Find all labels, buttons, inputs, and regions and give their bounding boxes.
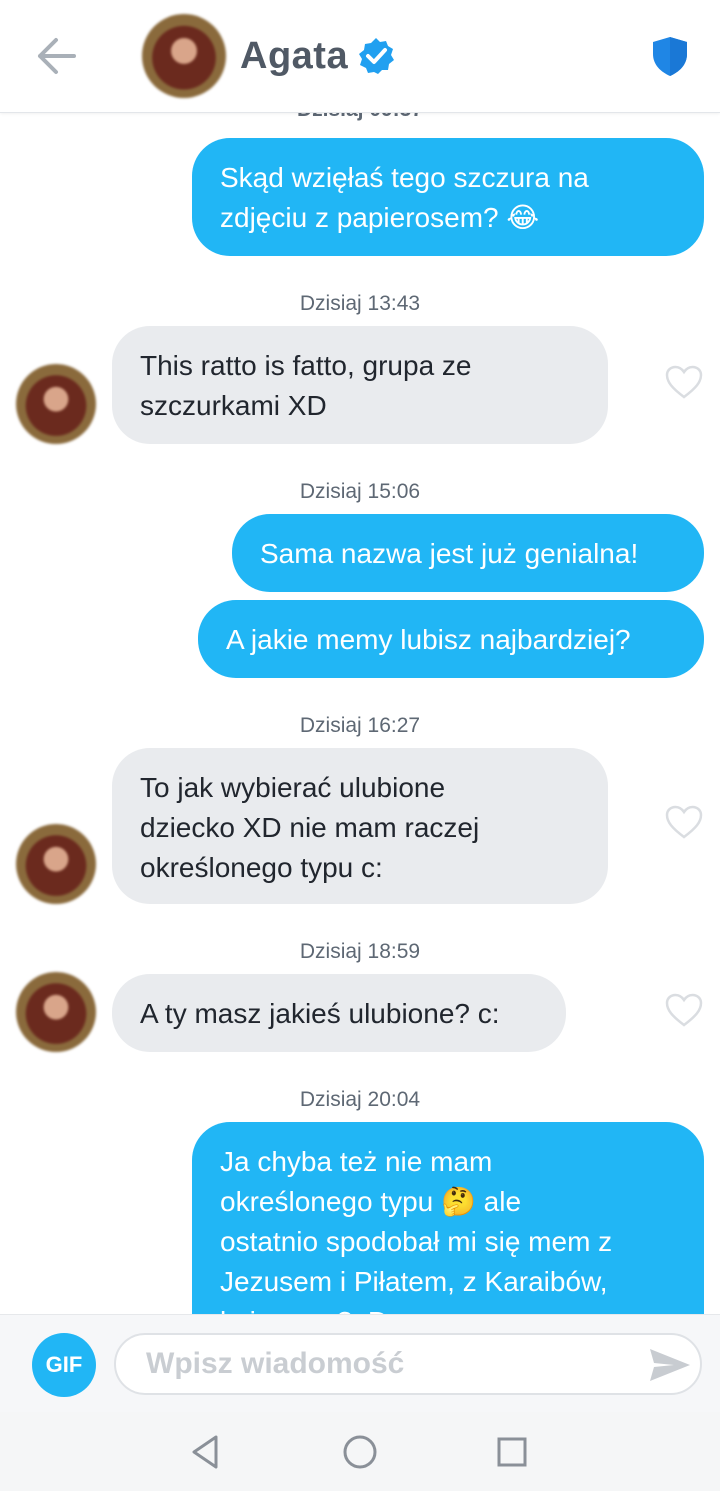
message-line: This ratto is fatto, grupa ze — [140, 350, 472, 381]
sender-avatar[interactable] — [16, 364, 96, 444]
sender-avatar[interactable] — [16, 972, 96, 1052]
verified-badge-icon — [359, 38, 394, 74]
gif-button[interactable]: GIF — [32, 1333, 96, 1397]
send-button[interactable] — [648, 1345, 692, 1385]
message-line: szczurkami XD — [140, 390, 327, 421]
system-navigation-bar — [0, 1412, 720, 1491]
nav-recents-icon[interactable] — [492, 1432, 532, 1472]
contact-name[interactable]: Agata — [240, 30, 348, 82]
outgoing-message[interactable]: Skąd wzięłaś tego szczura na zdjęciu z p… — [192, 138, 704, 256]
message-line: dziecko XD nie mam raczej — [140, 812, 480, 843]
send-icon — [650, 1349, 690, 1381]
message-line: zdjęciu z papierosem? 😂 — [220, 202, 540, 233]
timestamp: Dzisiaj 20:04 — [299, 1088, 421, 1111]
message-composer: GIF — [0, 1314, 720, 1413]
heart-like-icon[interactable] — [664, 992, 704, 1028]
message-input[interactable] — [114, 1333, 702, 1395]
message-line: Skąd wzięłaś tego szczura na — [220, 162, 589, 193]
message-line: określonego typu 🤔 ale — [220, 1186, 522, 1217]
timestamp: Dzisiaj 13:43 — [299, 292, 421, 315]
message-line: Ja chyba też nie mam — [220, 1146, 493, 1177]
nav-back-icon[interactable] — [186, 1432, 226, 1472]
message-line: ostatnio spodobał mi się mem z — [220, 1226, 613, 1257]
nav-home-icon[interactable] — [340, 1432, 380, 1472]
back-button[interactable] — [34, 36, 78, 76]
message-list[interactable]: Dzisiaj 09:37 Skąd wzięłaś tego szczura … — [0, 112, 720, 1314]
outgoing-message[interactable]: Ja chyba też nie mam określonego typu 🤔 … — [192, 1122, 704, 1314]
arrow-left-icon — [38, 38, 76, 74]
timestamp: Dzisiaj 18:59 — [299, 940, 421, 963]
message-line: określonego typu c: — [140, 852, 383, 883]
timestamp-partial: Dzisiaj 09:37 — [0, 112, 720, 122]
timestamp: Dzisiaj 15:06 — [299, 480, 421, 503]
heart-like-icon[interactable] — [664, 364, 704, 400]
outgoing-message[interactable]: Sama nazwa jest już genialna! — [232, 514, 704, 592]
timestamp: Dzisiaj 16:27 — [299, 714, 421, 737]
chat-header: Agata — [0, 0, 720, 113]
message-line: kojarzysz? :D — [220, 1302, 676, 1314]
incoming-message[interactable]: This ratto is fatto, grupa ze szczurkami… — [112, 326, 608, 444]
shield-icon — [653, 37, 687, 76]
message-line: To jak wybierać ulubione — [140, 772, 446, 803]
incoming-message[interactable]: A ty masz jakieś ulubione? c: — [112, 974, 566, 1052]
outgoing-message[interactable]: A jakie memy lubisz najbardziej? — [198, 600, 704, 678]
incoming-message[interactable]: To jak wybierać ulubione dziecko XD nie … — [112, 748, 608, 904]
heart-like-icon[interactable] — [664, 804, 704, 840]
message-line: Jezusem i Piłatem, z Karaibów, — [220, 1266, 608, 1297]
sender-avatar[interactable] — [16, 824, 96, 904]
safety-shield-button[interactable] — [648, 34, 692, 78]
contact-avatar[interactable] — [142, 14, 226, 98]
message-line: A jakie memy lubisz najbardziej? — [226, 624, 631, 655]
message-line: A ty masz jakieś ulubione? c: — [140, 998, 500, 1029]
message-line: Sama nazwa jest już genialna! — [260, 538, 639, 569]
